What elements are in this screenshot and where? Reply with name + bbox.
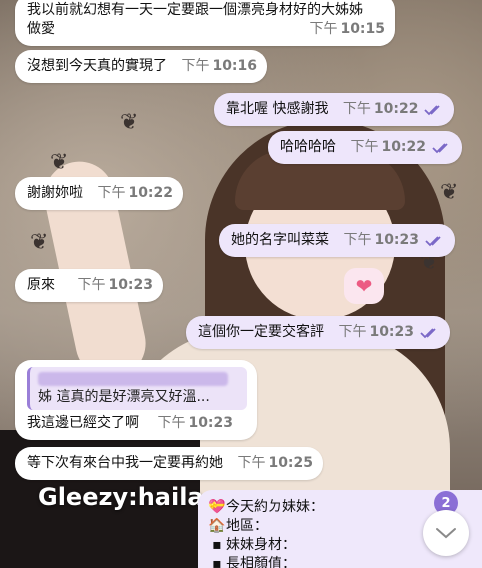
chat-thread[interactable]: 我以前就幻想有一天一定要跟一個漂亮身材好的大姊姊 做愛 下午 10:15 沒想到今… bbox=[0, 0, 482, 568]
message-text: 我以前就幻想有一天一定要跟一個漂亮身材好的大姊姊 bbox=[27, 2, 363, 18]
black-square-icon: ▪ bbox=[212, 556, 222, 568]
message-bubble-outgoing[interactable]: 她的名字叫菜菜 下午 10:23 bbox=[219, 224, 456, 257]
heart-gift-icon: 💝 bbox=[208, 499, 226, 515]
message-timestamp: 下午 10:16 bbox=[181, 58, 258, 74]
heart-sticker[interactable]: ❤ bbox=[344, 268, 384, 304]
read-check-icon bbox=[420, 327, 440, 339]
heart-icon: ❤ bbox=[355, 274, 373, 298]
message-bubble-incoming[interactable]: 謝謝妳啦 下午 10:22 bbox=[15, 177, 184, 210]
message-timestamp: 下午 10:23 bbox=[338, 323, 440, 342]
message-text: 哈哈哈哈 bbox=[280, 139, 336, 155]
message-text: 謝謝妳啦 bbox=[27, 185, 83, 201]
message-bubble-outgoing[interactable]: 靠北喔 快感謝我 下午 10:22 bbox=[214, 93, 455, 126]
message-timestamp: 下午 10:22 bbox=[350, 138, 452, 157]
message-bubble-incoming[interactable]: 我以前就幻想有一天一定要跟一個漂亮身材好的大姊姊 做愛 下午 10:15 bbox=[15, 0, 396, 46]
message-text: 她的名字叫菜菜 bbox=[231, 232, 329, 248]
message-text: 原來 bbox=[27, 277, 55, 293]
quote-text: 姊 這真的是好漂亮又好溫... bbox=[38, 389, 210, 405]
message-timestamp: 下午 10:22 bbox=[97, 185, 174, 201]
house-icon: 🏠 bbox=[208, 518, 226, 534]
message-bubble-incoming[interactable]: 姊 這真的是好漂亮又好溫... 我這邊已經交了啊 下午 10:23 bbox=[15, 360, 257, 440]
read-check-icon bbox=[432, 142, 452, 154]
message-timestamp: 下午 10:22 bbox=[343, 100, 445, 119]
chevron-down-icon bbox=[436, 528, 456, 539]
message-text: 這個你一定要交客評 bbox=[198, 324, 324, 340]
message-timestamp: 下午 10:23 bbox=[157, 415, 234, 431]
message-bubble-outgoing[interactable]: 這個你一定要交客評 下午 10:23 bbox=[186, 316, 451, 349]
message-bubble-incoming[interactable]: 原來 下午 10:23 bbox=[15, 269, 164, 302]
message-text: 做愛 bbox=[27, 21, 55, 37]
reply-quote[interactable]: 姊 這真的是好漂亮又好溫... bbox=[27, 367, 247, 410]
quote-author-blurred bbox=[38, 372, 228, 386]
message-timestamp: 下午 10:15 bbox=[309, 21, 386, 37]
message-text: 等下次有來台中我一定要再約她 bbox=[27, 455, 223, 471]
message-text: 沒想到今天真的實現了 bbox=[27, 58, 167, 74]
black-square-icon: ▪ bbox=[212, 537, 222, 553]
read-check-icon bbox=[425, 235, 445, 247]
message-bubble-incoming[interactable]: 等下次有來台中我一定要再約她 下午 10:25 bbox=[15, 447, 324, 480]
message-bubble-outgoing[interactable]: 哈哈哈哈 下午 10:22 bbox=[268, 131, 463, 164]
message-text: 我這邊已經交了啊 bbox=[27, 415, 139, 431]
message-timestamp: 下午 10:25 bbox=[237, 455, 314, 471]
scroll-down-button[interactable] bbox=[423, 510, 469, 556]
message-bubble-incoming[interactable]: 沒想到今天真的實現了 下午 10:16 bbox=[15, 50, 268, 83]
card-line: ▪ 長相顏值： bbox=[208, 555, 472, 568]
message-timestamp: 下午 10:23 bbox=[343, 231, 445, 250]
message-timestamp: 下午 10:23 bbox=[77, 277, 154, 293]
read-check-icon bbox=[424, 104, 444, 116]
message-text: 靠北喔 快感謝我 bbox=[226, 101, 329, 117]
